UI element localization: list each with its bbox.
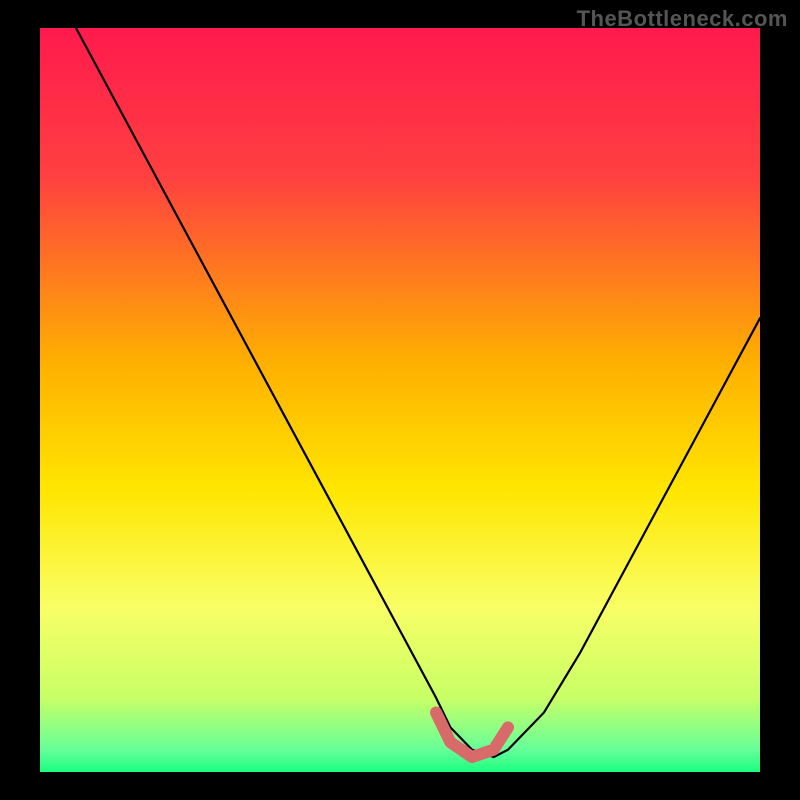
gradient-background: [40, 28, 760, 772]
plot-area: [40, 28, 760, 772]
watermark-label: TheBottleneck.com: [577, 6, 788, 32]
chart-frame: TheBottleneck.com: [0, 0, 800, 800]
chart-svg: [40, 28, 760, 772]
